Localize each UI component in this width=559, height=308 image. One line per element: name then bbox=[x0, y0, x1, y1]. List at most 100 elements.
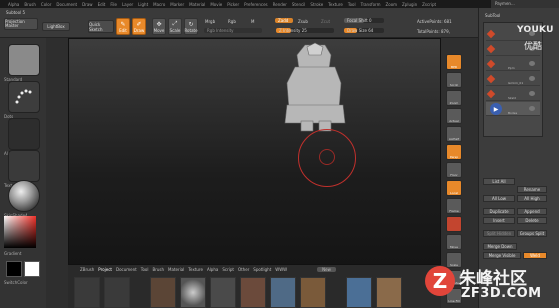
insert-button[interactable]: Insert bbox=[483, 217, 515, 224]
edit-button[interactable]: ✎ Edit bbox=[116, 18, 130, 35]
lightbox-item[interactable] bbox=[240, 277, 266, 308]
menu-item[interactable]: Draw bbox=[82, 2, 92, 7]
tab-brush[interactable]: Brush bbox=[153, 267, 165, 272]
eye-icon[interactable] bbox=[529, 61, 535, 66]
zadd-toggle[interactable]: Zadd bbox=[275, 18, 293, 23]
append-button[interactable]: Append bbox=[517, 208, 547, 215]
list-all-button[interactable]: List All bbox=[483, 178, 515, 185]
subtool-row[interactable]: Sksld bbox=[486, 87, 540, 101]
draw-size-slider[interactable]: Draw Size 64 bbox=[344, 28, 384, 33]
color-picker[interactable] bbox=[4, 216, 36, 248]
menu-item[interactable]: Material bbox=[189, 2, 205, 7]
mrgb-toggle[interactable]: Mrgb bbox=[205, 19, 215, 24]
menu-item[interactable]: Transform bbox=[361, 2, 381, 7]
lightbox-item[interactable] bbox=[270, 277, 296, 308]
menu-item[interactable]: Brush bbox=[24, 2, 36, 7]
projection-master-button[interactable]: Projection Master bbox=[4, 18, 38, 30]
rgb-intensity-slider[interactable]: Rgb Intensity bbox=[204, 28, 262, 33]
new-button[interactable]: New bbox=[317, 266, 336, 272]
secondary-color-swatch[interactable] bbox=[24, 261, 40, 277]
rename-button[interactable]: Rename bbox=[517, 186, 547, 193]
zoom-button[interactable]: Zoom bbox=[446, 90, 462, 106]
eye-icon[interactable] bbox=[529, 91, 535, 96]
standard-brush-thumb[interactable] bbox=[8, 44, 40, 76]
move-button[interactable]: ✥ Move bbox=[152, 18, 166, 35]
tab-www[interactable]: WWW bbox=[275, 267, 287, 272]
menu-item[interactable]: Movie bbox=[210, 2, 222, 7]
menu-item[interactable]: Zoom bbox=[386, 2, 398, 7]
frame-button[interactable]: Frame bbox=[446, 198, 462, 214]
focal-shift-slider[interactable]: Focal Shift 0 bbox=[344, 18, 384, 23]
menu-item[interactable]: Document bbox=[56, 2, 77, 7]
lightbox-item[interactable] bbox=[150, 277, 176, 308]
tab-alpha[interactable]: Alpha bbox=[207, 267, 218, 272]
lightbox-item[interactable] bbox=[210, 277, 236, 308]
tab-tool[interactable]: Tool bbox=[141, 267, 149, 272]
quick-sketch-button[interactable]: Quick Sketch bbox=[88, 20, 114, 33]
lightbox-item[interactable] bbox=[180, 277, 206, 308]
menu-item[interactable]: Stroke bbox=[310, 2, 323, 7]
all-low-button[interactable]: All Low bbox=[483, 195, 515, 202]
menu-item[interactable]: Marker bbox=[170, 2, 184, 7]
menu-item[interactable]: Preferences bbox=[244, 2, 268, 7]
split-hidden-button[interactable]: Split Hidden bbox=[483, 230, 515, 237]
all-high-button[interactable]: All High bbox=[517, 195, 547, 202]
z-intensity-slider[interactable]: Z Intensity 25 bbox=[276, 28, 334, 33]
merge-visible-button[interactable]: Merge Visible bbox=[483, 252, 521, 259]
actual-button[interactable]: Actual bbox=[446, 108, 462, 124]
scroll-button[interactable]: Scroll bbox=[446, 72, 462, 88]
play-icon[interactable]: ▶ bbox=[490, 103, 502, 115]
zsub-toggle[interactable]: Zsub bbox=[298, 19, 308, 24]
menu-item[interactable]: Edit bbox=[98, 2, 106, 7]
texture-thumb[interactable] bbox=[8, 150, 40, 182]
aahalf-button[interactable]: AAHalf bbox=[446, 126, 462, 142]
menubar-right-label[interactable]: Paymen... bbox=[491, 0, 559, 8]
menu-item[interactable]: Zplugin bbox=[402, 2, 417, 7]
lightbox-button[interactable]: LightBox bbox=[42, 22, 70, 31]
subtool-row[interactable]: Ppm bbox=[486, 57, 540, 71]
lightbox-item[interactable] bbox=[104, 277, 130, 308]
primary-color-swatch[interactable] bbox=[6, 261, 22, 277]
menu-item[interactable]: Alpha bbox=[8, 2, 19, 7]
menu-item[interactable]: Picker bbox=[227, 2, 239, 7]
draw-button[interactable]: ✐ Draw bbox=[132, 18, 146, 35]
menu-item[interactable]: Stencil bbox=[292, 2, 306, 7]
weld-button[interactable]: Weld bbox=[523, 252, 547, 259]
lightbox-item[interactable] bbox=[376, 277, 402, 308]
scale-button[interactable]: ⤢ Scale bbox=[168, 18, 182, 35]
menu-item[interactable]: Light bbox=[138, 2, 148, 7]
tab-zbrush[interactable]: ZBrush bbox=[80, 267, 94, 272]
floor-button[interactable]: Floor bbox=[446, 162, 462, 178]
menu-item[interactable]: Color bbox=[41, 2, 51, 7]
lightbox-item[interactable] bbox=[300, 277, 326, 308]
menu-item[interactable]: Texture bbox=[328, 2, 343, 7]
tab-texture[interactable]: Texture bbox=[188, 267, 203, 272]
move-view-button[interactable]: Move bbox=[446, 234, 462, 250]
alpha-thumb[interactable] bbox=[8, 118, 40, 150]
lightbox-item[interactable] bbox=[346, 277, 372, 308]
eye-icon[interactable] bbox=[529, 76, 535, 81]
menu-item[interactable]: Render bbox=[273, 2, 287, 7]
material-thumb[interactable] bbox=[8, 180, 40, 212]
delete-button[interactable]: Delete bbox=[517, 217, 547, 224]
menu-item[interactable]: Macro bbox=[153, 2, 165, 7]
persp-button[interactable]: Persp bbox=[446, 144, 462, 160]
menu-item[interactable]: Tool bbox=[348, 2, 356, 7]
groups-split-button[interactable]: Groups Split bbox=[517, 230, 547, 237]
tab-document[interactable]: Document bbox=[116, 267, 137, 272]
local-button[interactable]: Local bbox=[446, 180, 462, 196]
m-toggle[interactable]: M bbox=[251, 19, 254, 24]
stroke-dots-thumb[interactable] bbox=[8, 81, 40, 113]
tab-other[interactable]: Other bbox=[238, 267, 249, 272]
rgb-toggle[interactable]: Rgb bbox=[228, 19, 236, 24]
xyz-button[interactable] bbox=[446, 216, 462, 232]
lightbox-item[interactable] bbox=[74, 277, 100, 308]
eye-icon[interactable] bbox=[529, 106, 535, 111]
tab-project[interactable]: Project bbox=[98, 267, 112, 272]
tab-spotlight[interactable]: Spotlight bbox=[253, 267, 271, 272]
switch-color-label[interactable]: SwitchColor bbox=[4, 280, 28, 285]
merge-down-button[interactable]: Merge Down bbox=[483, 243, 517, 250]
zcut-toggle[interactable]: Zcut bbox=[321, 19, 330, 24]
duplicate-button[interactable]: Duplicate bbox=[483, 208, 515, 215]
menu-item[interactable]: Layer bbox=[122, 2, 133, 7]
